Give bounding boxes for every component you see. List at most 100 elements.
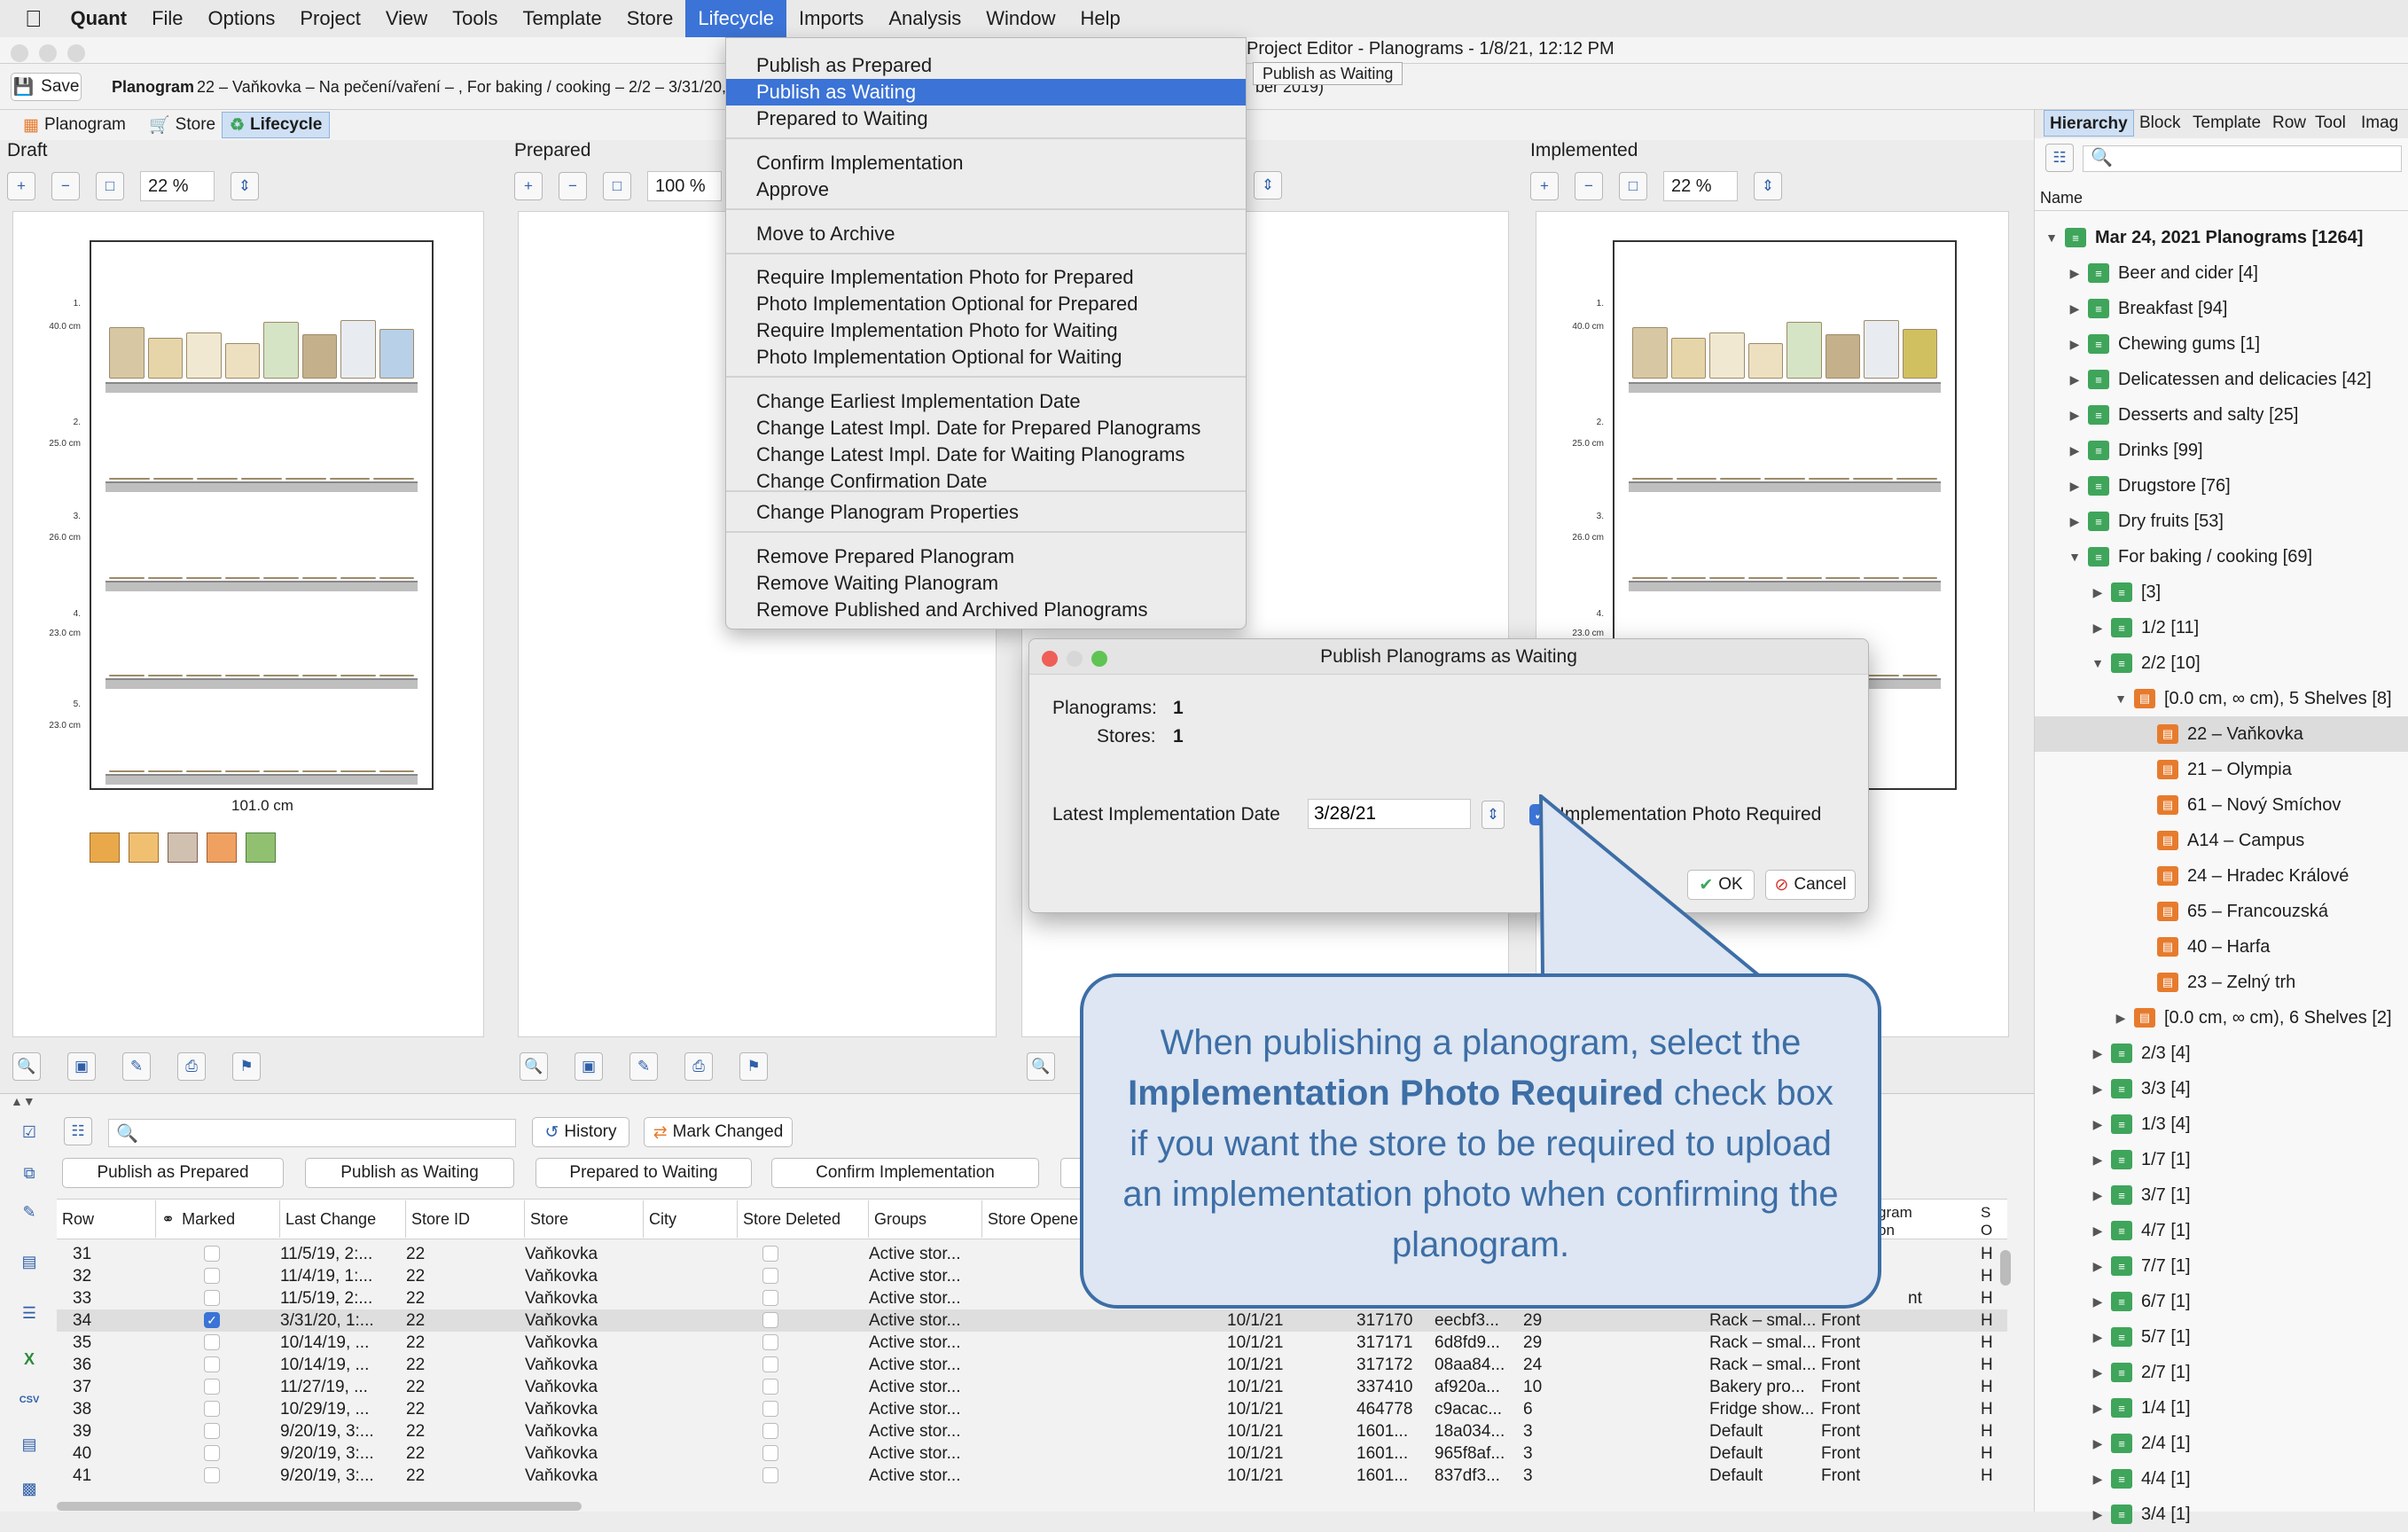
collapse-icon[interactable]: ▲▼ <box>11 1094 35 1108</box>
tab-image[interactable]: Imag <box>2356 110 2404 137</box>
marked-checkbox[interactable] <box>204 1379 220 1395</box>
tree-item[interactable]: ▤ 22 – Vaňkovka <box>2035 716 2408 752</box>
mark-changed-button[interactable]: ⇄ Mark Changed <box>644 1117 793 1147</box>
col-store-deleted[interactable]: Store Deleted <box>738 1200 869 1238</box>
chevron-right-icon[interactable]: ▶ <box>2088 1153 2107 1168</box>
tab-row[interactable]: Row <box>2267 110 2311 137</box>
menu-project[interactable]: Project <box>287 0 372 37</box>
tab-tool[interactable]: Tool <box>2310 110 2351 137</box>
draft-zoom-field[interactable]: 22 % <box>140 171 215 201</box>
marked-checkbox[interactable] <box>204 1445 220 1461</box>
save-button[interactable]: 💾 Save <box>11 73 82 101</box>
zoom-stepper-icon[interactable]: ⇕ <box>231 172 259 200</box>
chevron-right-icon[interactable]: ▶ <box>2065 479 2084 494</box>
menu-analysis[interactable]: Analysis <box>876 0 973 37</box>
menu-item-publish-as-waiting[interactable]: Publish as Waiting <box>726 79 1246 106</box>
chevron-right-icon[interactable]: ▶ <box>2088 1365 2107 1380</box>
chevron-down-icon[interactable]: ▼ <box>2042 231 2061 245</box>
tag-icon[interactable]: ⚑ <box>739 1052 768 1081</box>
menu-item-photo-optional-waiting[interactable]: Photo Implementation Optional for Waitin… <box>726 344 1246 371</box>
marked-checkbox[interactable] <box>204 1334 220 1350</box>
menu-item-change-earliest-date[interactable]: Change Earliest Implementation Date <box>726 388 1246 415</box>
tree-item[interactable]: ▶ ≡ 5/7 [1] <box>2035 1319 2408 1355</box>
menu-item-approve[interactable]: Approve <box>726 176 1246 203</box>
menu-tools[interactable]: Tools <box>440 0 510 37</box>
col-s[interactable]: SO <box>1981 1204 1992 1239</box>
menu-template[interactable]: Template <box>510 0 614 37</box>
table-row[interactable]: 41 9/20/19, 3:... 22 Vaňkovka Active stor...… <box>57 1465 2007 1487</box>
tree-item[interactable]: ▶ ≡ Delicatessen and delicacies [42] <box>2035 362 2408 397</box>
table-row[interactable]: 36 10/14/19, ... 22 Vaňkovka Active stor... 1… <box>57 1354 2007 1376</box>
menu-item-move-to-archive[interactable]: Move to Archive <box>726 221 1246 247</box>
tree-item[interactable]: ▤ 40 – Harfa <box>2035 929 2408 965</box>
tree-item[interactable]: ▶ ≡ 2/7 [1] <box>2035 1355 2408 1390</box>
menu-window[interactable]: Window <box>973 0 1067 37</box>
menu-store[interactable]: Store <box>614 0 686 37</box>
chevron-right-icon[interactable]: ▶ <box>2088 1188 2107 1203</box>
confirm-implementation-button[interactable]: Confirm Implementation <box>771 1158 1039 1188</box>
menu-item-change-latest-waiting[interactable]: Change Latest Impl. Date for Waiting Pla… <box>726 442 1246 468</box>
menu-file[interactable]: File <box>139 0 195 37</box>
zoom-out-icon[interactable]: − <box>1575 172 1603 200</box>
tree-item[interactable]: ▶ ≡ Dry fruits [53] <box>2035 504 2408 539</box>
edit-image-icon[interactable]: ✎ <box>122 1052 151 1081</box>
tab-store[interactable]: 🛒 Store <box>142 112 223 138</box>
tab-planogram[interactable]: ▦ Planogram <box>16 112 133 138</box>
excel-icon[interactable]: X <box>16 1346 43 1372</box>
zoom-stepper-icon[interactable]: ⇕ <box>1754 172 1782 200</box>
zoom-out-icon[interactable]: − <box>559 172 587 200</box>
tree-item[interactable]: ▶ ▤ [0.0 cm, ∞ cm), 6 Shelves [2] <box>2035 1000 2408 1036</box>
table-row[interactable]: 39 9/20/19, 3:... 22 Vaňkovka Active stor...… <box>57 1420 2007 1442</box>
marked-checkbox[interactable] <box>204 1467 220 1483</box>
menu-item-remove-waiting[interactable]: Remove Waiting Planogram <box>726 570 1246 597</box>
tree-item[interactable]: ▤ 61 – Nový Smíchov <box>2035 787 2408 823</box>
menu-item-change-properties[interactable]: Change Planogram Properties <box>726 499 1246 526</box>
zoom-out-icon[interactable]: − <box>51 172 80 200</box>
select-icon[interactable]: ☑ <box>16 1119 43 1145</box>
csv-icon[interactable]: CSV <box>16 1387 43 1413</box>
menu-item-require-photo-waiting[interactable]: Require Implementation Photo for Waiting <box>726 317 1246 344</box>
zoom-window-button[interactable] <box>67 44 85 62</box>
chevron-right-icon[interactable]: ▶ <box>2065 337 2084 352</box>
zoom-stepper-icon[interactable]: ⇕ <box>1254 171 1282 199</box>
publish-as-prepared-button[interactable]: Publish as Prepared <box>62 1158 284 1188</box>
table-row[interactable]: 37 11/27/19, ... 22 Vaňkovka Active stor... 1… <box>57 1376 2007 1398</box>
menu-options[interactable]: Options <box>196 0 288 37</box>
tree-item[interactable]: ▤ 65 – Francouzská <box>2035 894 2408 929</box>
publish-as-waiting-button[interactable]: Publish as Waiting <box>305 1158 514 1188</box>
table-vertical-scrollbar[interactable] <box>2000 1250 2011 1286</box>
col-last-change[interactable]: Last Change <box>280 1200 406 1238</box>
tree-item[interactable]: ▶ ≡ Breakfast [94] <box>2035 291 2408 326</box>
zoom-in-icon[interactable]: + <box>514 172 543 200</box>
app-menu[interactable]: Quant <box>59 0 140 37</box>
marked-checkbox[interactable] <box>204 1268 220 1284</box>
copy-icon[interactable]: ⧉ <box>16 1160 43 1186</box>
tree-item[interactable]: ▶ ≡ 1/2 [11] <box>2035 610 2408 645</box>
chevron-right-icon[interactable]: ▶ <box>2065 514 2084 529</box>
apple-icon[interactable]:  <box>0 0 59 37</box>
dialog-close-button[interactable] <box>1042 651 1058 667</box>
minimize-window-button[interactable] <box>39 44 57 62</box>
print-icon[interactable]: ⎙ <box>177 1052 206 1081</box>
history-button[interactable]: ↺ History <box>532 1117 629 1147</box>
col-groups[interactable]: Groups <box>869 1200 982 1238</box>
chevron-down-icon[interactable]: ▼ <box>2065 550 2084 564</box>
marked-checkbox[interactable] <box>204 1423 220 1439</box>
menu-item-change-latest-prepared[interactable]: Change Latest Impl. Date for Prepared Pl… <box>726 415 1246 442</box>
marked-checkbox[interactable] <box>204 1290 220 1306</box>
tree-item[interactable]: ▼ ≡ For baking / cooking [69] <box>2035 539 2408 574</box>
zoom-in-icon[interactable]: + <box>1530 172 1559 200</box>
tree-item[interactable]: ▼ ≡ 2/2 [10] <box>2035 645 2408 681</box>
tree-item[interactable]: ▶ ≡ Chewing gums [1] <box>2035 326 2408 362</box>
chevron-down-icon[interactable]: ▼ <box>2088 656 2107 670</box>
tree-item[interactable]: ▶ ≡ Desserts and salty [25] <box>2035 397 2408 433</box>
tab-block[interactable]: Block <box>2134 110 2185 137</box>
chevron-right-icon[interactable]: ▶ <box>2088 1436 2107 1451</box>
tab-template[interactable]: Template <box>2187 110 2266 137</box>
tree-item[interactable]: ▶ ≡ 3/7 [1] <box>2035 1177 2408 1213</box>
menu-item-remove-prepared[interactable]: Remove Prepared Planogram <box>726 543 1246 570</box>
chevron-right-icon[interactable]: ▶ <box>2065 372 2084 387</box>
chevron-right-icon[interactable]: ▶ <box>2088 1117 2107 1132</box>
image-icon[interactable]: ▣ <box>67 1052 96 1081</box>
chevron-down-icon[interactable]: ▼ <box>2111 692 2130 706</box>
